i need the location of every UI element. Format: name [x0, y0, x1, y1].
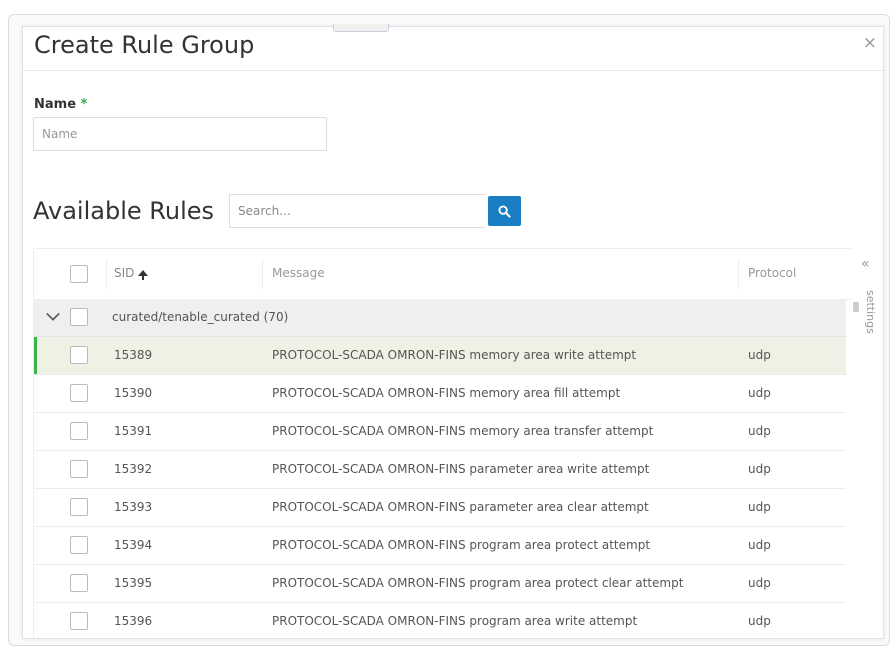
row-checkbox[interactable] — [70, 346, 88, 364]
drag-handle[interactable] — [333, 24, 389, 32]
collapse-settings-icon[interactable]: « — [861, 256, 870, 272]
sid-cell: 15393 — [114, 500, 153, 514]
name-label-text: Name — [34, 97, 77, 112]
dialog-title: Create Rule Group — [34, 31, 255, 59]
select-all-checkbox[interactable] — [70, 265, 88, 283]
sid-header-label: SID — [114, 266, 135, 280]
settings-panel: « settings — [851, 248, 882, 638]
create-rule-group-dialog: Create Rule Group × Name * Available Rul… — [22, 26, 884, 639]
table-row[interactable]: 15390 PROTOCOL-SCADA OMRON-FINS memory a… — [34, 375, 846, 413]
row-checkbox[interactable] — [70, 612, 88, 630]
row-checkbox[interactable] — [70, 422, 88, 440]
name-label: Name * — [34, 97, 87, 112]
required-mark: * — [80, 97, 88, 112]
column-separator — [106, 259, 107, 289]
name-input[interactable] — [33, 117, 327, 151]
message-cell: PROTOCOL-SCADA OMRON-FINS program area p… — [272, 538, 651, 552]
sid-cell: 15389 — [114, 348, 153, 362]
protocol-cell: udp — [748, 462, 771, 476]
rules-rows: 15389 PROTOCOL-SCADA OMRON-FINS memory a… — [34, 337, 846, 638]
protocol-cell: udp — [748, 424, 771, 438]
table-row[interactable]: 15389 PROTOCOL-SCADA OMRON-FINS memory a… — [34, 337, 846, 375]
search-icon — [498, 204, 511, 218]
group-row[interactable]: curated/tenable_curated (70) — [34, 299, 846, 337]
table-row[interactable]: 15393 PROTOCOL-SCADA OMRON-FINS paramete… — [34, 489, 846, 527]
sid-cell: 15392 — [114, 462, 153, 476]
table-row[interactable]: 15395 PROTOCOL-SCADA OMRON-FINS program … — [34, 565, 846, 603]
message-cell: PROTOCOL-SCADA OMRON-FINS memory area wr… — [272, 348, 637, 362]
row-checkbox[interactable] — [70, 460, 88, 478]
sid-cell: 15395 — [114, 576, 153, 590]
message-cell: PROTOCOL-SCADA OMRON-FINS parameter area… — [272, 500, 649, 514]
row-checkbox[interactable] — [70, 536, 88, 554]
protocol-cell: udp — [748, 500, 771, 514]
protocol-cell: udp — [748, 538, 771, 552]
table-row[interactable]: 15392 PROTOCOL-SCADA OMRON-FINS paramete… — [34, 451, 846, 489]
row-checkbox[interactable] — [70, 384, 88, 402]
sid-cell: 15394 — [114, 538, 153, 552]
search-input[interactable] — [229, 194, 485, 228]
group-checkbox[interactable] — [70, 308, 88, 326]
message-cell: PROTOCOL-SCADA OMRON-FINS program area w… — [272, 614, 638, 628]
chevron-down-icon[interactable] — [46, 307, 60, 321]
table-row[interactable]: 15396 PROTOCOL-SCADA OMRON-FINS program … — [34, 603, 846, 638]
protocol-cell: udp — [748, 386, 771, 400]
protocol-column-header[interactable]: Protocol — [748, 266, 796, 280]
rules-table: SID Message Protocol curated/tenable_cur… — [33, 248, 874, 638]
table-header: SID Message Protocol — [34, 249, 873, 300]
sid-cell: 15396 — [114, 614, 153, 628]
available-rules-title: Available Rules — [33, 197, 215, 225]
sid-column-header[interactable]: SID — [114, 266, 149, 280]
drag-handle-icon[interactable] — [853, 302, 859, 312]
table-row[interactable]: 15394 PROTOCOL-SCADA OMRON-FINS program … — [34, 527, 846, 565]
message-cell: PROTOCOL-SCADA OMRON-FINS parameter area… — [272, 462, 650, 476]
settings-tab[interactable]: settings — [864, 290, 877, 334]
search-button[interactable] — [488, 196, 521, 226]
row-checkbox[interactable] — [70, 574, 88, 592]
table-row[interactable]: 15391 PROTOCOL-SCADA OMRON-FINS memory a… — [34, 413, 846, 451]
protocol-cell: udp — [748, 348, 771, 362]
close-icon[interactable]: × — [863, 35, 877, 52]
message-cell: PROTOCOL-SCADA OMRON-FINS memory area tr… — [272, 424, 654, 438]
column-separator — [738, 259, 739, 289]
sort-ascending-icon — [138, 270, 149, 280]
message-cell: PROTOCOL-SCADA OMRON-FINS program area p… — [272, 576, 684, 590]
protocol-cell: udp — [748, 614, 771, 628]
group-label: curated/tenable_curated (70) — [112, 310, 289, 324]
message-cell: PROTOCOL-SCADA OMRON-FINS memory area fi… — [272, 386, 621, 400]
row-checkbox[interactable] — [70, 498, 88, 516]
message-column-header[interactable]: Message — [272, 266, 325, 280]
title-divider — [23, 70, 883, 71]
column-separator — [262, 259, 263, 289]
sid-cell: 15391 — [114, 424, 153, 438]
sid-cell: 15390 — [114, 386, 153, 400]
protocol-cell: udp — [748, 576, 771, 590]
